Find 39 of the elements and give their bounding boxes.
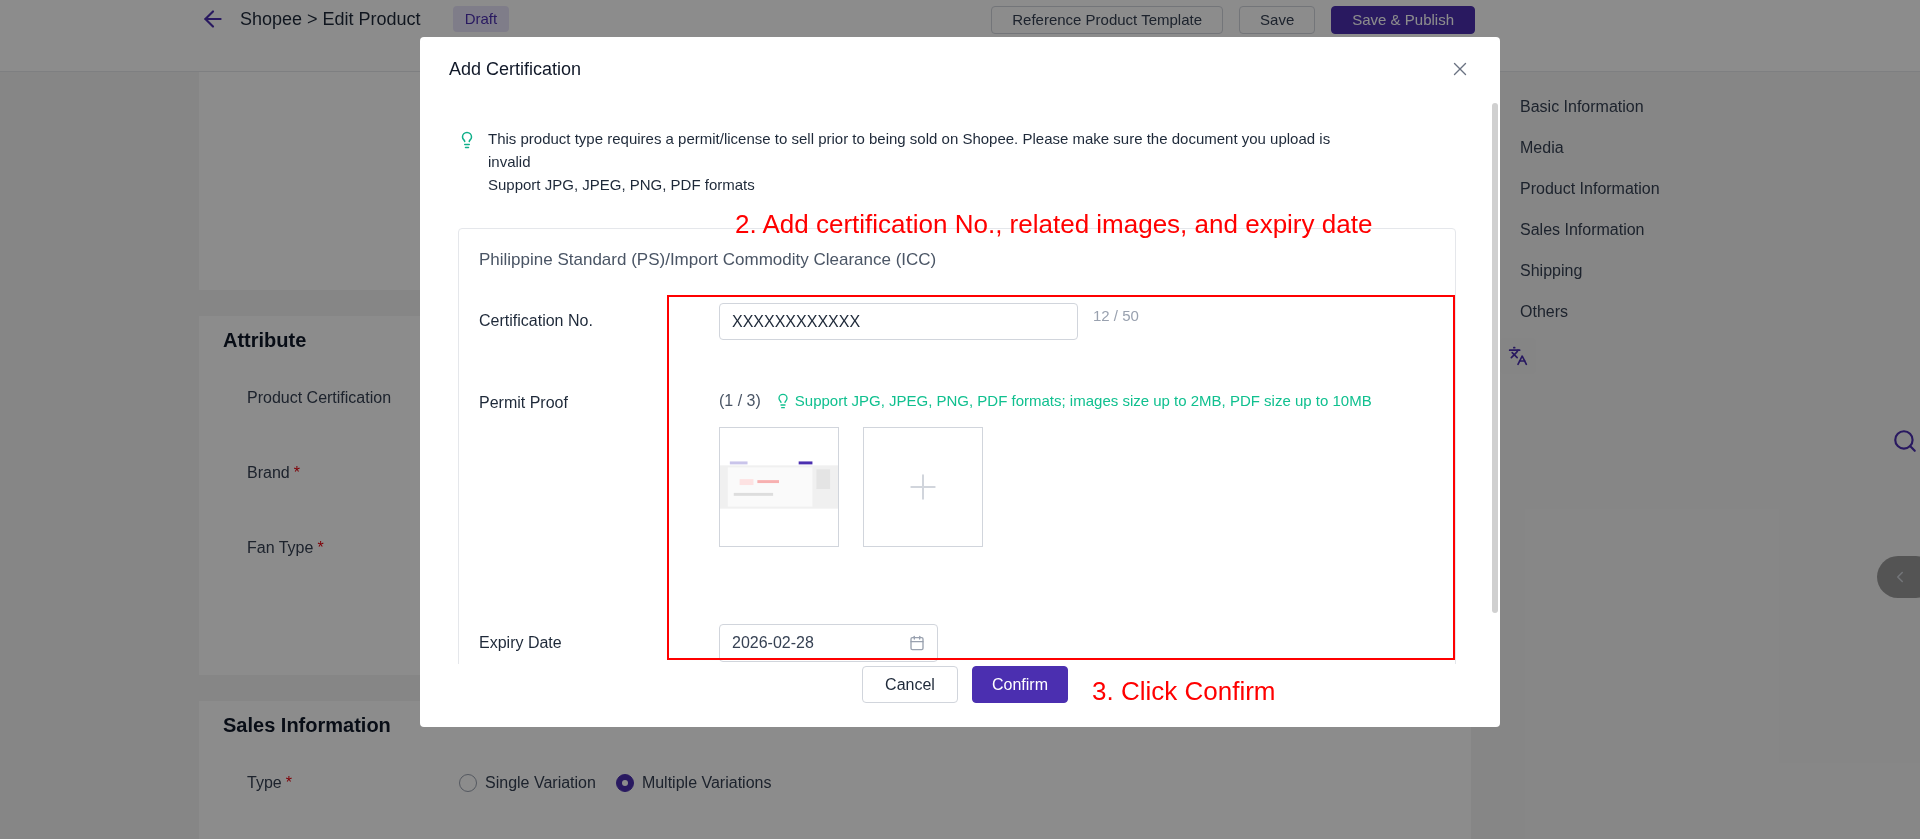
- certification-input[interactable]: XXXXXXXXXXXX: [719, 303, 1078, 340]
- breadcrumb: Shopee > Edit Product: [240, 8, 421, 31]
- nav-link[interactable]: Others: [1520, 291, 1660, 332]
- radio-option[interactable]: Multiple Variations: [615, 770, 772, 795]
- dialog-button[interactable]: Confirm: [972, 666, 1068, 703]
- annotation-text: 2. Add certification No., related images, and expiry date: [735, 208, 1373, 241]
- search-icon[interactable]: [1892, 428, 1918, 454]
- header-button[interactable]: Save: [1239, 6, 1316, 34]
- field-label: Product Certification: [246, 387, 393, 408]
- section-title: Sales Information: [223, 713, 391, 738]
- nav-link[interactable]: Product Information: [1520, 168, 1660, 209]
- field-label: Fan Type *: [246, 537, 325, 558]
- notice-text: This product type requires a permit/license to sell prior to being sold on Shopee. Please make sure the document you upload is invalid: [488, 129, 1332, 172]
- panel-title: Philippine Standard (PS)/Import Commodity Clearance (ICC): [479, 249, 937, 272]
- header-button[interactable]: Reference Product Template: [991, 6, 1224, 34]
- nav-link[interactable]: Shipping: [1520, 250, 1660, 291]
- file-count: (1 / 3): [719, 391, 761, 411]
- nav-link[interactable]: Basic Information: [1520, 86, 1660, 127]
- nav-link[interactable]: Media: [1520, 127, 1660, 168]
- header-button[interactable]: Save & Publish: [1331, 6, 1475, 34]
- scrollbar[interactable]: [1492, 103, 1498, 613]
- upload-tip: Support JPG, JPEG, PNG, PDF formats; images size up to 2MB, PDF size up to 10MB: [794, 390, 1372, 411]
- section-title: Attribute: [223, 328, 307, 353]
- field-label: Type *: [246, 772, 293, 793]
- field-label: Brand *: [246, 462, 301, 483]
- field-label: Permit Proof: [479, 393, 569, 413]
- modal-title: Add Certification: [449, 57, 582, 81]
- nav-link[interactable]: Sales Information: [1520, 209, 1660, 250]
- dialog-button[interactable]: Cancel: [862, 666, 958, 703]
- radio-option[interactable]: Single Variation: [459, 770, 596, 795]
- notice-text: Support JPG, JPEG, PNG, PDF formats: [488, 175, 756, 195]
- translate-icon: [1508, 346, 1528, 366]
- annotation-text: 3. Click Confirm: [1092, 675, 1276, 708]
- calendar-icon: [909, 635, 925, 651]
- field-label: Expiry Date: [479, 633, 563, 653]
- field-label: Certification No.: [479, 311, 594, 331]
- date-input[interactable]: 2026-02-28: [719, 624, 938, 662]
- character-counter: 12 / 50: [1093, 306, 1139, 326]
- status-tag: Draft: [452, 6, 510, 32]
